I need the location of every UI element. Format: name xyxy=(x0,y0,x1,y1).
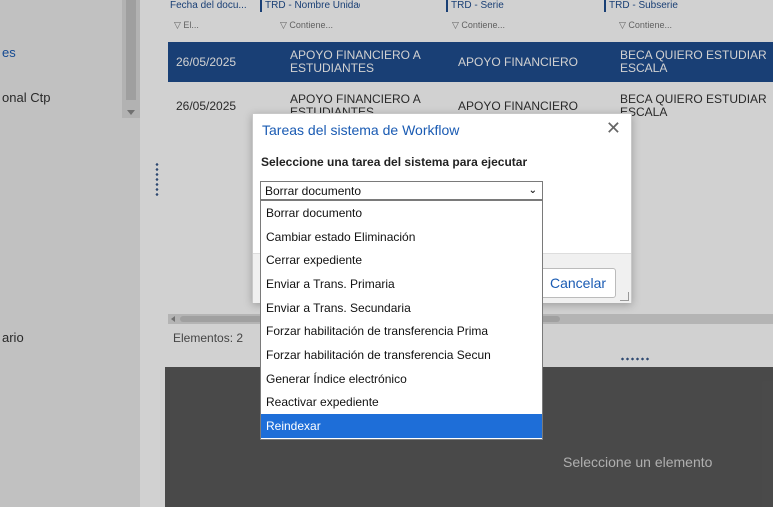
task-option[interactable]: Cerrar expediente xyxy=(261,248,542,272)
resize-grip-icon[interactable] xyxy=(620,292,629,301)
task-options-list: Borrar documento Cambiar estado Eliminac… xyxy=(260,200,543,440)
task-select-value: Borrar documento xyxy=(265,183,362,198)
task-option[interactable]: Borrar documento xyxy=(261,201,542,225)
dialog-prompt: Seleccione una tarea del sistema para ej… xyxy=(261,155,528,169)
task-option[interactable]: Cambiar estado Eliminación xyxy=(261,225,542,249)
task-option[interactable]: Reactivar expediente xyxy=(261,391,542,415)
task-option[interactable]: Generar Índice electrónico xyxy=(261,367,542,391)
task-option[interactable]: Forzar habilitación de transferencia Pri… xyxy=(261,319,542,343)
task-option-highlighted[interactable]: Reindexar xyxy=(261,414,542,438)
cancel-button[interactable]: Cancelar xyxy=(540,268,616,298)
dialog-title: Tareas del sistema de Workflow xyxy=(262,122,460,138)
task-select[interactable]: Borrar documento ⌄ xyxy=(260,181,543,200)
task-option[interactable]: Forzar habilitación de transferencia Sec… xyxy=(261,343,542,367)
task-option[interactable]: Enviar a Trans. Primaria xyxy=(261,272,542,296)
close-icon[interactable]: ✕ xyxy=(606,118,621,139)
task-option[interactable]: Enviar a Trans. Secundaria xyxy=(261,296,542,320)
chevron-down-icon[interactable]: ⌄ xyxy=(529,185,537,196)
